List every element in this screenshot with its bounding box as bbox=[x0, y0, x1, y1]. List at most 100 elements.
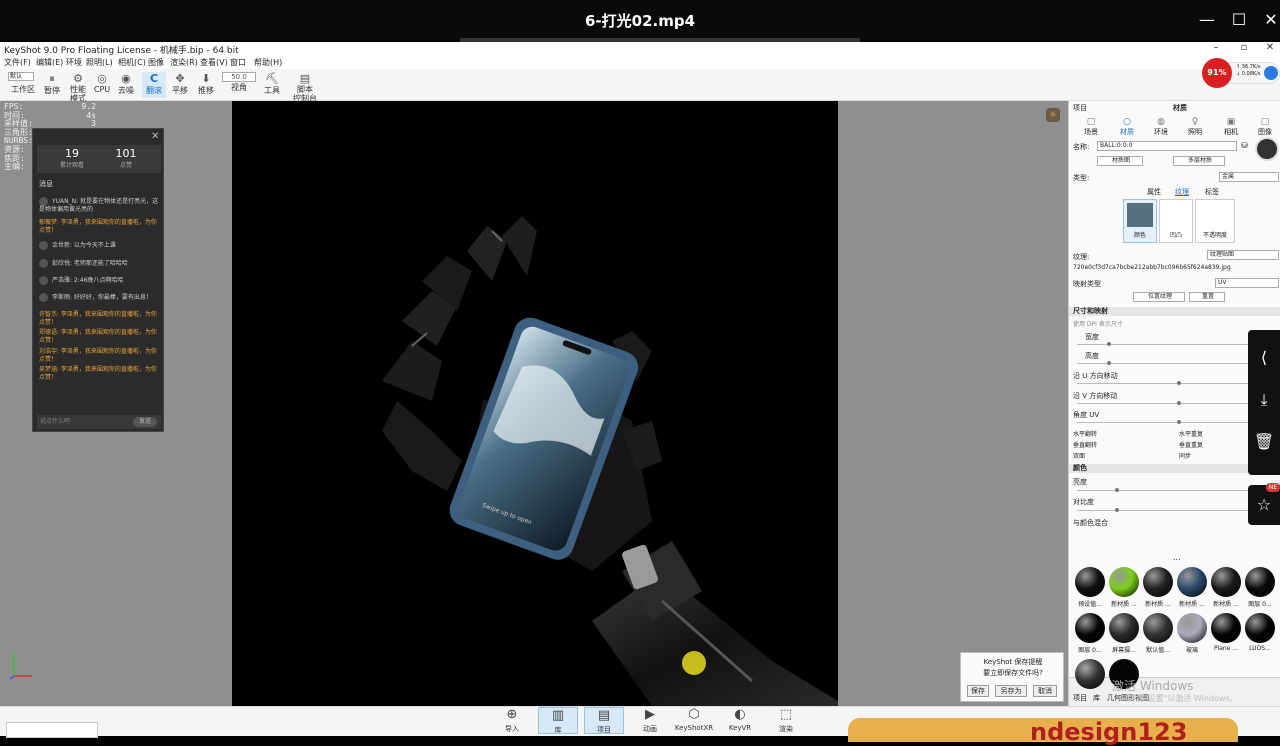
menu-image[interactable]: 图像 bbox=[148, 57, 164, 68]
u-shift-slider[interactable] bbox=[1077, 383, 1267, 384]
material-thumbnail[interactable] bbox=[1143, 567, 1173, 597]
angle-slider[interactable] bbox=[1077, 422, 1267, 423]
footer-tab-project[interactable]: 项目 bbox=[1073, 693, 1087, 703]
cancel-button[interactable]: 取消 bbox=[1033, 685, 1057, 697]
repeat-vertical-option[interactable]: 垂直重复 bbox=[1179, 440, 1203, 449]
app-minimize-icon[interactable]: – bbox=[1206, 42, 1226, 53]
save-button[interactable]: 保存 bbox=[967, 685, 989, 697]
texture-slot-color[interactable]: 颜色 bbox=[1123, 199, 1157, 243]
app-restore-icon[interactable]: ▫ bbox=[1234, 42, 1254, 53]
menu-view[interactable]: 查看(V) bbox=[200, 57, 228, 68]
menu-camera[interactable]: 相机(C) bbox=[118, 57, 146, 68]
tab-camera[interactable]: ▣ 相机 bbox=[1219, 117, 1243, 137]
material-graph-button[interactable]: 材质图 bbox=[1097, 156, 1143, 166]
chat-close-icon[interactable]: ✕ bbox=[151, 131, 159, 142]
use-dpi-checkbox[interactable]: 使用 DPI 表示尺寸 bbox=[1073, 319, 1123, 328]
download-icon[interactable]: ⤓ bbox=[1248, 382, 1280, 418]
performance-mode-button[interactable]: ⚙ 性能 模式 bbox=[66, 72, 90, 103]
subtab-labels[interactable]: 标签 bbox=[1205, 187, 1219, 197]
library-button[interactable]: ▥ 库 bbox=[538, 707, 578, 734]
flip-horizontal-option[interactable]: 水平翻转 bbox=[1073, 429, 1097, 438]
save-as-button[interactable]: 另存为 bbox=[995, 685, 1027, 697]
material-thumbnail[interactable] bbox=[1109, 613, 1139, 643]
sync-option[interactable]: 同步 bbox=[1179, 451, 1191, 460]
material-thumbnail[interactable] bbox=[1109, 567, 1139, 597]
flip-vertical-option[interactable]: 垂直翻转 bbox=[1073, 440, 1097, 449]
save-material-icon[interactable]: ⛁ bbox=[1241, 141, 1248, 150]
tab-scene[interactable]: ▢ 场景 bbox=[1079, 117, 1103, 137]
material-thumbnail[interactable] bbox=[1245, 567, 1275, 597]
tumble-button[interactable]: C 翻滚 bbox=[142, 72, 166, 98]
material-thumbnail[interactable] bbox=[1177, 567, 1207, 597]
brightness-slider[interactable] bbox=[1077, 490, 1267, 491]
menu-window[interactable]: 窗口 bbox=[230, 57, 246, 68]
script-console-button[interactable]: ▤ 脚本 控制台 bbox=[290, 72, 320, 103]
close-button[interactable]: ✕ bbox=[1258, 8, 1280, 32]
tab-environment[interactable]: ◍ 环境 bbox=[1149, 117, 1173, 137]
animation-button[interactable]: ▶ 动画 bbox=[630, 707, 670, 734]
tools-button[interactable]: ⛏ 工具 bbox=[260, 72, 284, 96]
menu-environment[interactable]: 环境 bbox=[66, 57, 82, 68]
texture-slot-opacity[interactable]: 不透明度 bbox=[1195, 199, 1235, 243]
material-thumbnail[interactable] bbox=[1075, 567, 1105, 597]
footer-tab-library[interactable]: 库 bbox=[1093, 693, 1100, 703]
material-thumbnail[interactable] bbox=[1075, 659, 1105, 689]
repeat-horizontal-option[interactable]: 水平重复 bbox=[1179, 429, 1203, 438]
contrast-slider[interactable] bbox=[1077, 510, 1267, 511]
height-slider[interactable] bbox=[1077, 363, 1267, 364]
tab-material[interactable]: ○ 材质 bbox=[1115, 117, 1139, 137]
height-slider-knob[interactable] bbox=[1107, 361, 1111, 365]
menu-lighting[interactable]: 照明(L) bbox=[86, 57, 113, 68]
section-size-mapping[interactable]: 尺寸和映射 bbox=[1069, 307, 1280, 316]
pan-button[interactable]: ✥ 平移 bbox=[168, 72, 192, 96]
minimize-button[interactable]: — bbox=[1194, 8, 1220, 32]
material-name-input[interactable]: BALL:0:0:0 bbox=[1097, 141, 1237, 151]
multi-material-button[interactable]: 多层材质 bbox=[1173, 156, 1225, 166]
denoise-button[interactable]: ◉ 去噪 bbox=[114, 72, 138, 96]
fov-field[interactable]: 50.0 视角 bbox=[222, 72, 256, 93]
v-shift-slider[interactable] bbox=[1077, 403, 1267, 404]
more-handle[interactable]: ... bbox=[1173, 553, 1181, 562]
brightness-knob[interactable] bbox=[1115, 488, 1119, 492]
keyvr-button[interactable]: ◐ KeyVR bbox=[720, 707, 760, 732]
u-shift-knob[interactable] bbox=[1177, 381, 1181, 385]
material-thumbnail[interactable] bbox=[1211, 567, 1241, 597]
position-texture-button[interactable]: 位置纹理 bbox=[1133, 292, 1185, 302]
texture-file-path[interactable]: 720e0cf3d7ca7bcbe212abb7bc096b65f624a839… bbox=[1071, 264, 1267, 274]
subtab-properties[interactable]: 属性 bbox=[1147, 187, 1161, 197]
mapping-type-select[interactable]: UV bbox=[1215, 278, 1279, 288]
texture-slot-bump[interactable]: 凹凸 bbox=[1159, 199, 1193, 243]
width-slider-knob[interactable] bbox=[1107, 342, 1111, 346]
keyshotxr-button[interactable]: ⬡ KeyShotXR bbox=[674, 707, 714, 732]
reset-button[interactable]: 重置 bbox=[1189, 292, 1225, 302]
render-button[interactable]: ⬚ 渲染 bbox=[766, 707, 806, 734]
contrast-knob[interactable] bbox=[1115, 508, 1119, 512]
pause-button[interactable]: ⏸ 暂停 bbox=[40, 72, 64, 96]
menu-file[interactable]: 文件(F) bbox=[4, 57, 31, 68]
maximize-button[interactable]: ☐ bbox=[1226, 8, 1252, 32]
render-viewport[interactable]: Swipe up to open bbox=[232, 101, 838, 706]
workspace-button[interactable]: 工作区 bbox=[8, 84, 38, 95]
v-shift-knob[interactable] bbox=[1177, 401, 1181, 405]
material-type-select[interactable]: 金属 bbox=[1219, 172, 1279, 182]
cpu-button[interactable]: ◎ CPU bbox=[90, 72, 114, 94]
dolly-button[interactable]: ⬇ 推移 bbox=[194, 72, 218, 96]
blend-color-checkbox[interactable]: 与颜色混合 bbox=[1073, 518, 1108, 528]
width-slider[interactable] bbox=[1077, 344, 1267, 345]
project-button[interactable]: ▤ 项目 bbox=[584, 707, 624, 734]
tab-lighting[interactable]: ♀ 照明 bbox=[1183, 117, 1207, 137]
meter-plus-icon[interactable] bbox=[1264, 66, 1278, 80]
two-sided-option[interactable]: 双面 bbox=[1073, 451, 1085, 460]
menu-help[interactable]: 帮助(H) bbox=[254, 57, 282, 68]
import-button[interactable]: ⊕ 导入 bbox=[492, 707, 532, 734]
menu-render[interactable]: 渲染(R) bbox=[170, 57, 198, 68]
chat-send-button[interactable]: 发送 bbox=[133, 417, 157, 427]
menu-edit[interactable]: 编辑(E) bbox=[36, 57, 63, 68]
app-close-icon[interactable]: ✕ bbox=[1260, 42, 1280, 53]
material-thumbnail[interactable] bbox=[1245, 613, 1275, 643]
subtab-texture[interactable]: 纹理 bbox=[1175, 187, 1189, 197]
tab-image[interactable]: ▢ 图像 bbox=[1253, 117, 1277, 137]
material-thumbnail[interactable] bbox=[1075, 613, 1105, 643]
workspace-select[interactable]: 默认 bbox=[8, 72, 34, 81]
material-thumbnail[interactable] bbox=[1177, 613, 1207, 643]
